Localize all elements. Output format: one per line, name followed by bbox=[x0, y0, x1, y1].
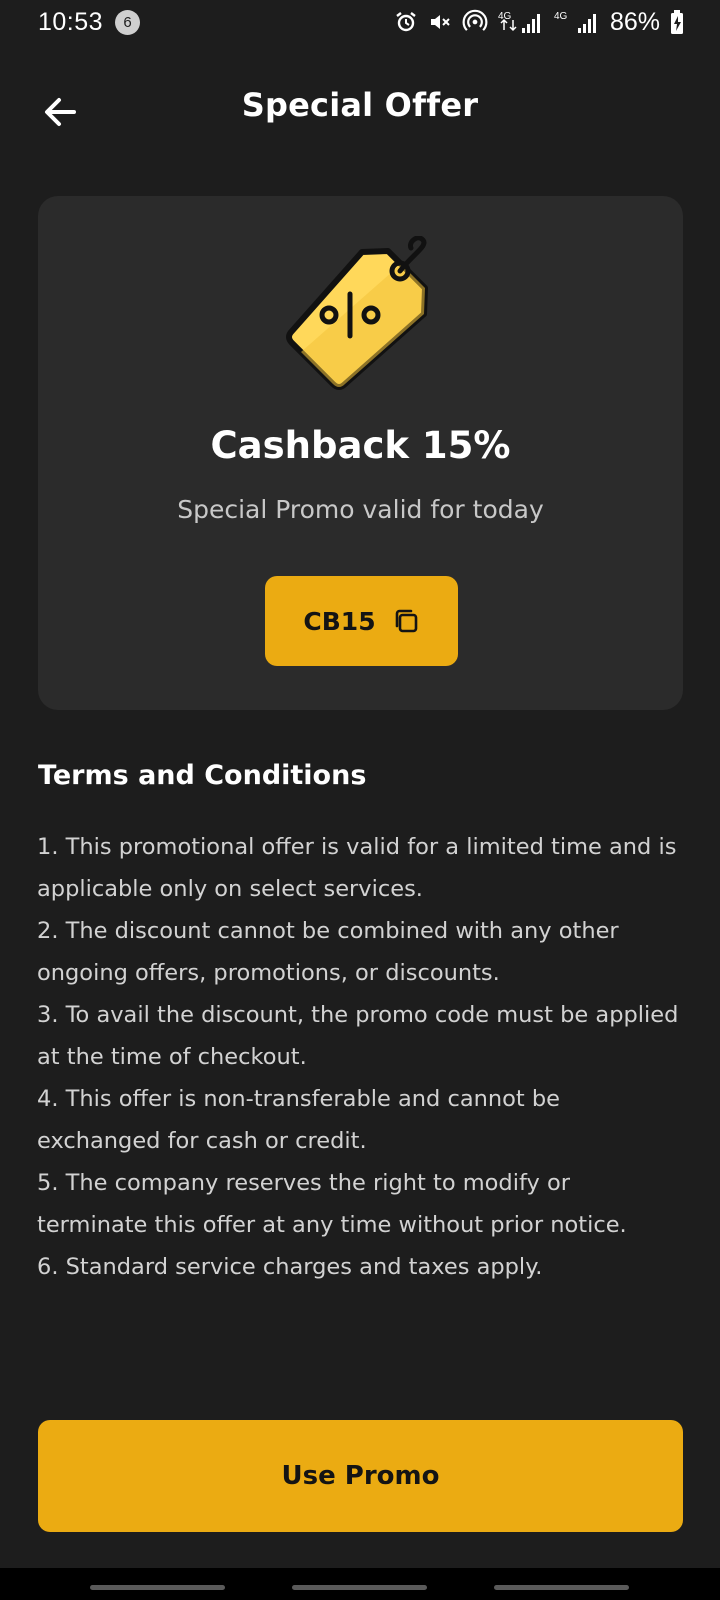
nav-recents-handle[interactable] bbox=[90, 1585, 225, 1590]
nav-home-handle[interactable] bbox=[292, 1585, 427, 1590]
status-time: 10:53 bbox=[38, 7, 104, 36]
copy-promo-code-button[interactable]: CB15 bbox=[265, 576, 458, 666]
system-nav-bar bbox=[0, 1568, 720, 1600]
terms-item: 5. The company reserves the right to mod… bbox=[37, 1170, 627, 1238]
mute-icon bbox=[428, 10, 452, 34]
battery-percent: 86% bbox=[609, 7, 660, 36]
app-bar: Special Offer bbox=[0, 62, 720, 152]
use-promo-button[interactable]: Use Promo bbox=[38, 1420, 683, 1532]
terms-heading: Terms and Conditions bbox=[38, 760, 367, 791]
terms-list: 1. This promotional offer is valid for a… bbox=[37, 826, 687, 1288]
battery-charging-icon bbox=[670, 9, 684, 35]
terms-item: 1. This promotional offer is valid for a… bbox=[37, 834, 677, 902]
page-title: Special Offer bbox=[241, 86, 479, 124]
offer-title: Cashback 15% bbox=[210, 424, 511, 467]
terms-item: 3. To avail the discount, the promo code… bbox=[37, 1002, 679, 1070]
offer-card: Cashback 15% Special Promo valid for tod… bbox=[38, 196, 683, 710]
terms-item: 6. Standard service charges and taxes ap… bbox=[37, 1254, 543, 1280]
notification-count-badge: 6 bbox=[115, 9, 141, 35]
promo-code: CB15 bbox=[303, 606, 376, 636]
network-label-2: 4G bbox=[554, 11, 568, 22]
status-right: 4G 4G 86% bbox=[394, 8, 684, 37]
terms-item: 4. This offer is non-transferable and ca… bbox=[37, 1086, 560, 1154]
status-bar: 10:53 6 4G 4G 86% bbox=[0, 0, 720, 44]
signal-1-icon: 4G bbox=[498, 9, 544, 35]
hotspot-icon bbox=[462, 9, 488, 35]
offer-subtitle: Special Promo valid for today bbox=[177, 495, 544, 524]
signal-2-icon: 4G bbox=[554, 9, 600, 35]
percent-tag-icon bbox=[286, 236, 428, 390]
alarm-icon bbox=[394, 10, 418, 34]
terms-item: 2. The discount cannot be combined with … bbox=[37, 918, 619, 986]
status-left: 10:53 6 bbox=[38, 7, 141, 37]
nav-back-handle[interactable] bbox=[494, 1585, 629, 1590]
copy-icon bbox=[395, 609, 417, 633]
